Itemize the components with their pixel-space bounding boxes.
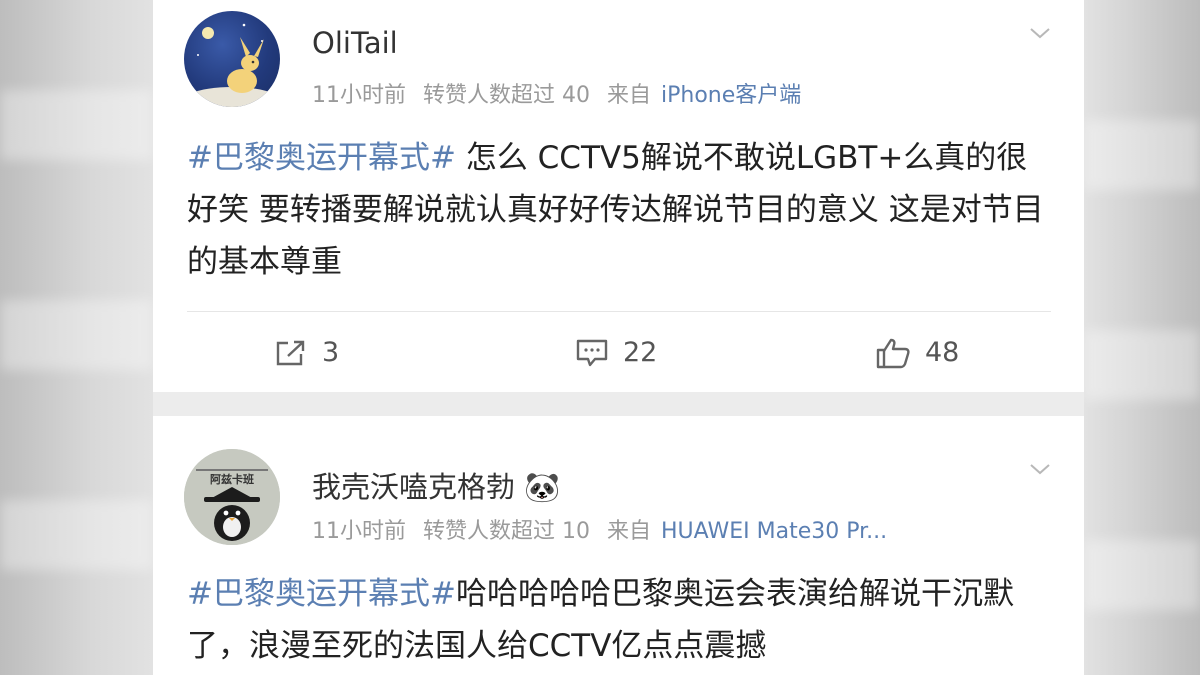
post-text: #巴黎奥运开幕式# 怎么 CCTV5解说不敢说LGBT+么真的很好笑 要转播要解… xyxy=(187,132,1057,288)
left-blurred-background xyxy=(0,0,153,675)
divider xyxy=(187,311,1051,312)
share-count: 3 xyxy=(322,337,340,368)
right-blurred-background xyxy=(1084,0,1200,675)
like-count: 48 xyxy=(925,337,960,368)
repost-count-note: 转赞人数超过 10 xyxy=(423,519,590,544)
post-time: 11小时前 xyxy=(312,519,406,544)
share-icon xyxy=(276,340,305,365)
comment-button[interactable]: 22 xyxy=(575,325,657,380)
post-source[interactable]: iPhone客户端 xyxy=(661,83,801,108)
comment-icon xyxy=(576,339,608,366)
penguin-hat-avatar-icon: 阿兹卡班 xyxy=(184,449,280,545)
post-meta: 11小时前 转赞人数超过 40 来自 iPhone客户端 xyxy=(312,77,801,109)
user-avatar[interactable] xyxy=(184,11,280,107)
post-card: OliTail 11小时前 转赞人数超过 40 来自 iPhone客户端 #巴黎奥… xyxy=(153,0,1084,392)
source-prefix: 来自 xyxy=(607,519,652,544)
hashtag-link[interactable]: #巴黎奥运开幕式# xyxy=(187,140,456,176)
thumbs-up-icon xyxy=(876,338,910,368)
username[interactable]: 我壳沃嗑克格勃 🐼 xyxy=(312,464,560,506)
chevron-down-icon[interactable] xyxy=(1029,22,1051,44)
comment-count: 22 xyxy=(623,337,658,368)
repost-count-note: 转赞人数超过 40 xyxy=(423,83,590,108)
share-button[interactable]: 3 xyxy=(274,325,339,380)
feed: OliTail 11小时前 转赞人数超过 40 来自 iPhone客户端 #巴黎奥… xyxy=(153,0,1084,675)
hashtag-link[interactable]: #巴黎奥运开幕式# xyxy=(187,576,456,612)
source-prefix: 来自 xyxy=(607,83,652,108)
post-meta: 11小时前 转赞人数超过 10 来自 HUAWEI Mate30 Pr... xyxy=(312,513,887,545)
username[interactable]: OliTail xyxy=(312,26,398,60)
post-source[interactable]: HUAWEI Mate30 Pr... xyxy=(661,519,887,544)
post-card: 阿兹卡班 我壳沃嗑克格勃 🐼 11小时前 转赞人数超过 10 来自 HUAWEI … xyxy=(153,416,1084,675)
user-avatar[interactable]: 阿兹卡班 xyxy=(184,449,280,545)
post-actions: 3 22 48 xyxy=(153,325,1084,380)
chevron-down-icon[interactable] xyxy=(1029,458,1051,480)
svg-text:阿兹卡班: 阿兹卡班 xyxy=(210,472,254,486)
post-text: #巴黎奥运开幕式#哈哈哈哈哈巴黎奥运会表演给解说干沉默了，浪漫至死的法国人给CC… xyxy=(187,568,1057,672)
like-button[interactable]: 48 xyxy=(875,325,959,380)
rabbit-moon-avatar-icon xyxy=(184,23,280,107)
post-time: 11小时前 xyxy=(312,83,406,108)
